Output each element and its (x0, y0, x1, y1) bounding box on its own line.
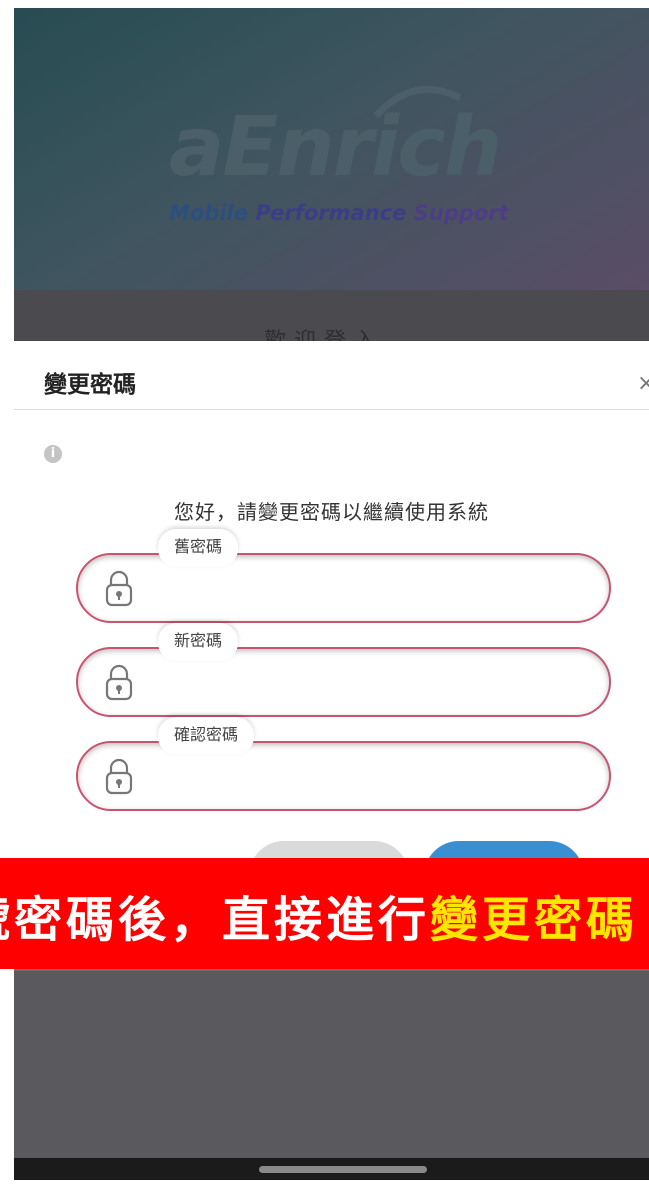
tagline-part-3: Support (413, 201, 509, 225)
change-password-dialog: 變更密碼 × i 您好，請變更密碼以繼續使用系統 舊密碼 新密碼 確認密碼 (14, 341, 649, 941)
header-banner: aEnrich Mobile Performance Support (14, 8, 649, 290)
app-logo: aEnrich (169, 100, 502, 195)
caption-part-2: 變更密碼 (430, 892, 639, 948)
old-password-label: 舊密碼 (158, 529, 239, 567)
caption-part-1: 號密碼後，直接進行 (0, 892, 431, 948)
logo-tagline: Mobile Performance Support (169, 201, 509, 225)
confirm-password-field[interactable]: 確認密碼 (76, 717, 611, 811)
info-icon: i (44, 445, 62, 463)
device-frame: aEnrich Mobile Performance Support 歡迎登入 … (14, 8, 649, 1180)
caption-text: 號密碼後，直接進行變更密碼 (0, 880, 638, 950)
tagline-part-1: Mobile (169, 201, 256, 225)
lock-icon (105, 664, 133, 701)
old-password-field[interactable]: 舊密碼 (76, 529, 611, 623)
lock-icon (105, 758, 133, 795)
new-password-label: 新密碼 (158, 623, 239, 661)
home-indicator[interactable] (259, 1166, 427, 1173)
dialog-title: 變更密碼 (44, 372, 136, 398)
confirm-password-label: 確認密碼 (158, 717, 255, 755)
new-password-field[interactable]: 新密碼 (76, 623, 611, 717)
lock-icon (105, 570, 133, 607)
close-button[interactable]: × (637, 371, 649, 396)
dialog-header: 變更密碼 × (14, 341, 649, 410)
tagline-part-2: Performance (255, 201, 414, 225)
instruction-caption: 號密碼後，直接進行變更密碼 (0, 858, 649, 969)
dialog-prompt: 您好，請變更密碼以繼續使用系統 (174, 500, 489, 524)
app-screen: aEnrich Mobile Performance Support 歡迎登入 … (14, 8, 649, 1158)
